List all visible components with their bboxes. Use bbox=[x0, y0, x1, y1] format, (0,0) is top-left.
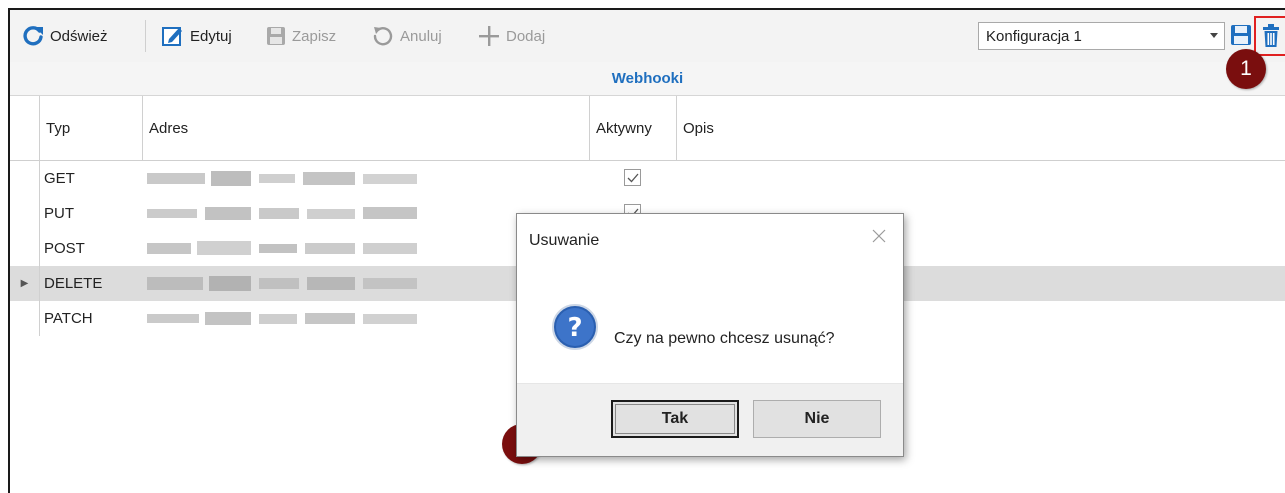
cancel-label: Anuluj bbox=[400, 27, 442, 45]
chevron-down-icon[interactable] bbox=[1203, 23, 1224, 49]
question-icon: ? bbox=[551, 303, 599, 355]
row-indicator bbox=[10, 231, 40, 266]
current-row-arrow-icon: ▶ bbox=[10, 266, 40, 301]
annotation-badge-1: 1 bbox=[1226, 49, 1266, 89]
row-address-redacted bbox=[147, 276, 417, 291]
row-address-redacted bbox=[147, 241, 417, 256]
undo-icon bbox=[373, 27, 393, 46]
dialog-title: Usuwanie bbox=[529, 232, 600, 249]
configuration-select[interactable]: Konfiguracja 1 bbox=[978, 22, 1225, 50]
row-indicator-header bbox=[10, 96, 40, 160]
edit-label: Edytuj bbox=[190, 27, 232, 45]
save-button[interactable]: Zapisz bbox=[266, 24, 336, 48]
configuration-value: Konfiguracja 1 bbox=[986, 27, 1082, 45]
close-icon[interactable] bbox=[869, 226, 889, 246]
refresh-label: Odśwież bbox=[50, 27, 108, 45]
section-title: Webhooki bbox=[10, 62, 1285, 96]
edit-button[interactable]: Edytuj bbox=[162, 24, 232, 48]
edit-icon bbox=[162, 27, 182, 46]
row-indicator bbox=[10, 161, 40, 196]
dialog-message: Czy na pewno chcesz usunąć? bbox=[614, 330, 835, 347]
save-label: Zapisz bbox=[292, 27, 337, 45]
row-indicator bbox=[10, 196, 40, 231]
column-header-typ[interactable]: Typ bbox=[40, 96, 143, 160]
row-address-redacted bbox=[147, 171, 417, 186]
dialog-footer: Tak Nie bbox=[517, 383, 903, 456]
toolbar: Odśwież Edytuj Zapisz Anuluj Dodaj Konfi… bbox=[10, 10, 1285, 63]
svg-text:?: ? bbox=[567, 313, 582, 343]
row-typ: PUT bbox=[44, 205, 74, 222]
trash-icon bbox=[1263, 24, 1279, 47]
save-icon bbox=[1231, 25, 1251, 45]
delete-configuration-button[interactable] bbox=[1254, 16, 1285, 56]
row-typ: GET bbox=[44, 170, 75, 187]
row-indicator bbox=[10, 301, 40, 336]
refresh-button[interactable]: Odśwież bbox=[22, 24, 108, 48]
save-icon bbox=[267, 27, 285, 45]
table-row[interactable]: GET bbox=[10, 161, 1285, 196]
checkmark-icon bbox=[627, 173, 638, 182]
toolbar-separator bbox=[145, 20, 146, 52]
row-address-redacted bbox=[147, 206, 417, 221]
column-header-aktywny[interactable]: Aktywny bbox=[590, 96, 677, 160]
delete-confirmation-dialog: Usuwanie ? Czy na pewno chcesz usunąć? T… bbox=[516, 213, 904, 457]
row-typ: DELETE bbox=[44, 275, 103, 292]
row-typ: PATCH bbox=[44, 310, 93, 327]
cancel-button[interactable]: Anuluj bbox=[372, 24, 442, 48]
add-label: Dodaj bbox=[506, 27, 546, 45]
refresh-icon bbox=[23, 26, 43, 46]
save-configuration-button[interactable] bbox=[1230, 24, 1252, 46]
row-typ: POST bbox=[44, 240, 85, 257]
row-address-redacted bbox=[147, 311, 417, 326]
no-button[interactable]: Nie bbox=[753, 400, 881, 438]
yes-button[interactable]: Tak bbox=[611, 400, 739, 438]
column-header-opis[interactable]: Opis bbox=[677, 96, 1285, 160]
table-header: Typ Adres Aktywny Opis bbox=[10, 96, 1285, 161]
add-button[interactable]: Dodaj bbox=[478, 24, 545, 48]
column-header-adres[interactable]: Adres bbox=[143, 96, 590, 160]
plus-icon bbox=[479, 26, 499, 46]
active-checkbox[interactable] bbox=[624, 169, 641, 186]
